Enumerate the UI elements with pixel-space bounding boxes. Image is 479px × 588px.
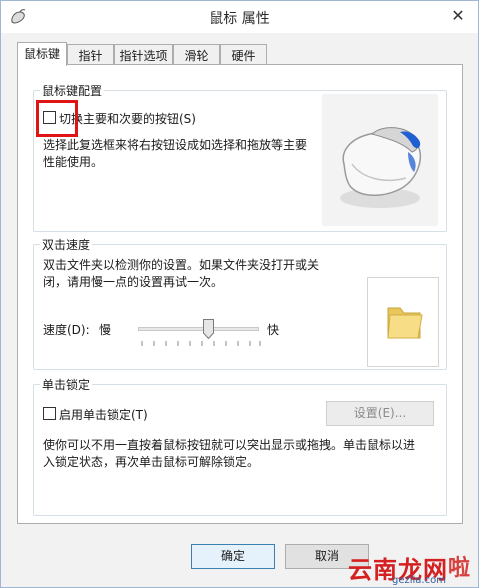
swap-description-line1: 选择此复选框来将右按钮设成如选择和拖放等主要: [43, 138, 308, 152]
title-bar: 鼠标 属性 ✕: [1, 1, 478, 33]
button-config-title: 鼠标键配置: [40, 82, 105, 99]
close-icon[interactable]: ✕: [444, 5, 472, 27]
slow-label: 慢: [99, 323, 112, 337]
slider-thumb-icon[interactable]: [203, 319, 214, 339]
watermark-url: gezila.com: [392, 575, 446, 586]
click-lock-description-line1: 使你可以不用一直按着鼠标按钮就可以突出显示或拖拽。单击鼠标以进: [43, 438, 416, 452]
double-click-title: 双击速度: [40, 236, 93, 253]
swap-description-line2: 性能使用。: [43, 155, 104, 169]
double-click-description-line1: 双击文件夹以检测你的设置。如果文件夹没打开或关: [43, 258, 320, 272]
click-lock-label[interactable]: 启用单击锁定(T): [59, 406, 148, 423]
click-lock-title: 单击锁定: [40, 376, 93, 393]
highlight-box: [36, 100, 78, 137]
click-lock-checkbox[interactable]: [43, 407, 56, 420]
click-lock-description-line2: 入锁定状态，再次单击鼠标可解除锁定。: [43, 455, 260, 469]
test-folder-area[interactable]: [367, 277, 439, 367]
tab-pointer-options[interactable]: 指针选项: [114, 44, 173, 65]
watermark-tail-text: 啦: [448, 556, 471, 581]
mouse-preview-icon: [340, 127, 422, 208]
speed-slider-ticks: [141, 341, 261, 346]
fast-label: 快: [267, 323, 280, 337]
swap-buttons-label[interactable]: 切换主要和次要的按钮(S): [59, 110, 196, 127]
double-click-description-line2: 闭，请用慢一点的设置再试一次。: [43, 275, 224, 289]
tab-hardware[interactable]: 硬件: [220, 44, 267, 65]
mouse-preview: [322, 94, 438, 226]
tab-wheel[interactable]: 滑轮: [173, 44, 220, 65]
ok-button[interactable]: 确定: [191, 544, 275, 569]
folder-icon: [387, 307, 423, 339]
click-lock-settings-button[interactable]: 设置(E)...: [326, 401, 434, 426]
speed-slider-track[interactable]: [138, 327, 259, 331]
tab-buttons[interactable]: 鼠标键: [17, 42, 67, 66]
site-watermark: 云南龙网 啦 gezila.com: [340, 547, 478, 587]
window-title: 鼠标 属性: [209, 11, 270, 27]
tab-pointers[interactable]: 指针: [67, 44, 114, 65]
mouse-properties-window: 鼠标 属性 ✕ 鼠标键 指针 指针选项 滑轮 硬件 鼠标键配置 切换主要和次要的…: [0, 0, 479, 588]
speed-label: 速度(D):: [43, 323, 90, 337]
